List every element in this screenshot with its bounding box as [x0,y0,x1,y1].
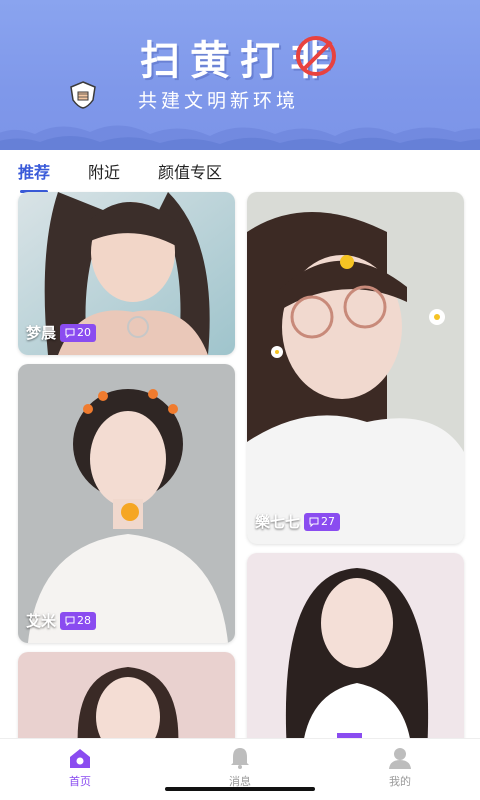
profile-photo [247,192,464,544]
tab-recommend[interactable]: 推荐 [18,159,50,193]
user-icon [389,748,411,769]
banner-subtitle: 共建文明新环境 [138,90,300,112]
cloud-decoration [0,125,480,150]
profile-card[interactable] [247,553,464,753]
profile-photo [18,364,235,643]
chat-icon [309,517,319,527]
card-name: 艾米 [26,612,57,630]
card-info: 樂七七 27 [255,511,341,532]
home-indicator [165,787,315,791]
profile-photo [18,652,235,752]
card-info: 艾米 28 [26,610,97,631]
tab-nearby[interactable]: 附近 [88,159,120,183]
profile-card[interactable] [18,652,235,752]
nav-profile[interactable]: 我的 [360,739,440,800]
message-count-badge: 20 [60,323,97,342]
prohibited-icon [296,36,336,76]
bell-icon [231,748,249,769]
profile-card[interactable]: 梦晨 20 [18,192,235,355]
chat-icon [65,616,75,626]
nav-profile-label: 我的 [389,775,411,788]
nav-home-label: 首页 [69,775,91,788]
profile-photo [247,553,464,753]
banner-title: 扫黄打非 [0,28,480,86]
home-icon [70,749,90,768]
card-name: 梦晨 [26,324,57,342]
shield-fist-icon [70,81,96,109]
message-count-badge: 28 [60,611,97,630]
tab-looks-zone[interactable]: 颜值专区 [158,159,222,183]
message-count: 28 [77,614,92,627]
profile-card[interactable]: 艾米 28 [18,364,235,643]
nav-home[interactable]: 首页 [40,739,120,800]
message-count-badge: 27 [304,512,341,531]
card-info: 梦晨 20 [26,322,97,343]
banner-title-text: 扫黄打 [140,38,290,84]
profile-card[interactable]: 樂七七 27 [247,192,464,544]
tab-bar: 推荐 附近 颜值专区 [0,150,480,193]
message-count: 20 [77,326,92,339]
chat-icon [65,328,75,338]
message-count: 27 [321,515,336,528]
card-name: 樂七七 [255,513,301,531]
banner: 扫黄打非 共建文明新环境 [0,0,480,150]
